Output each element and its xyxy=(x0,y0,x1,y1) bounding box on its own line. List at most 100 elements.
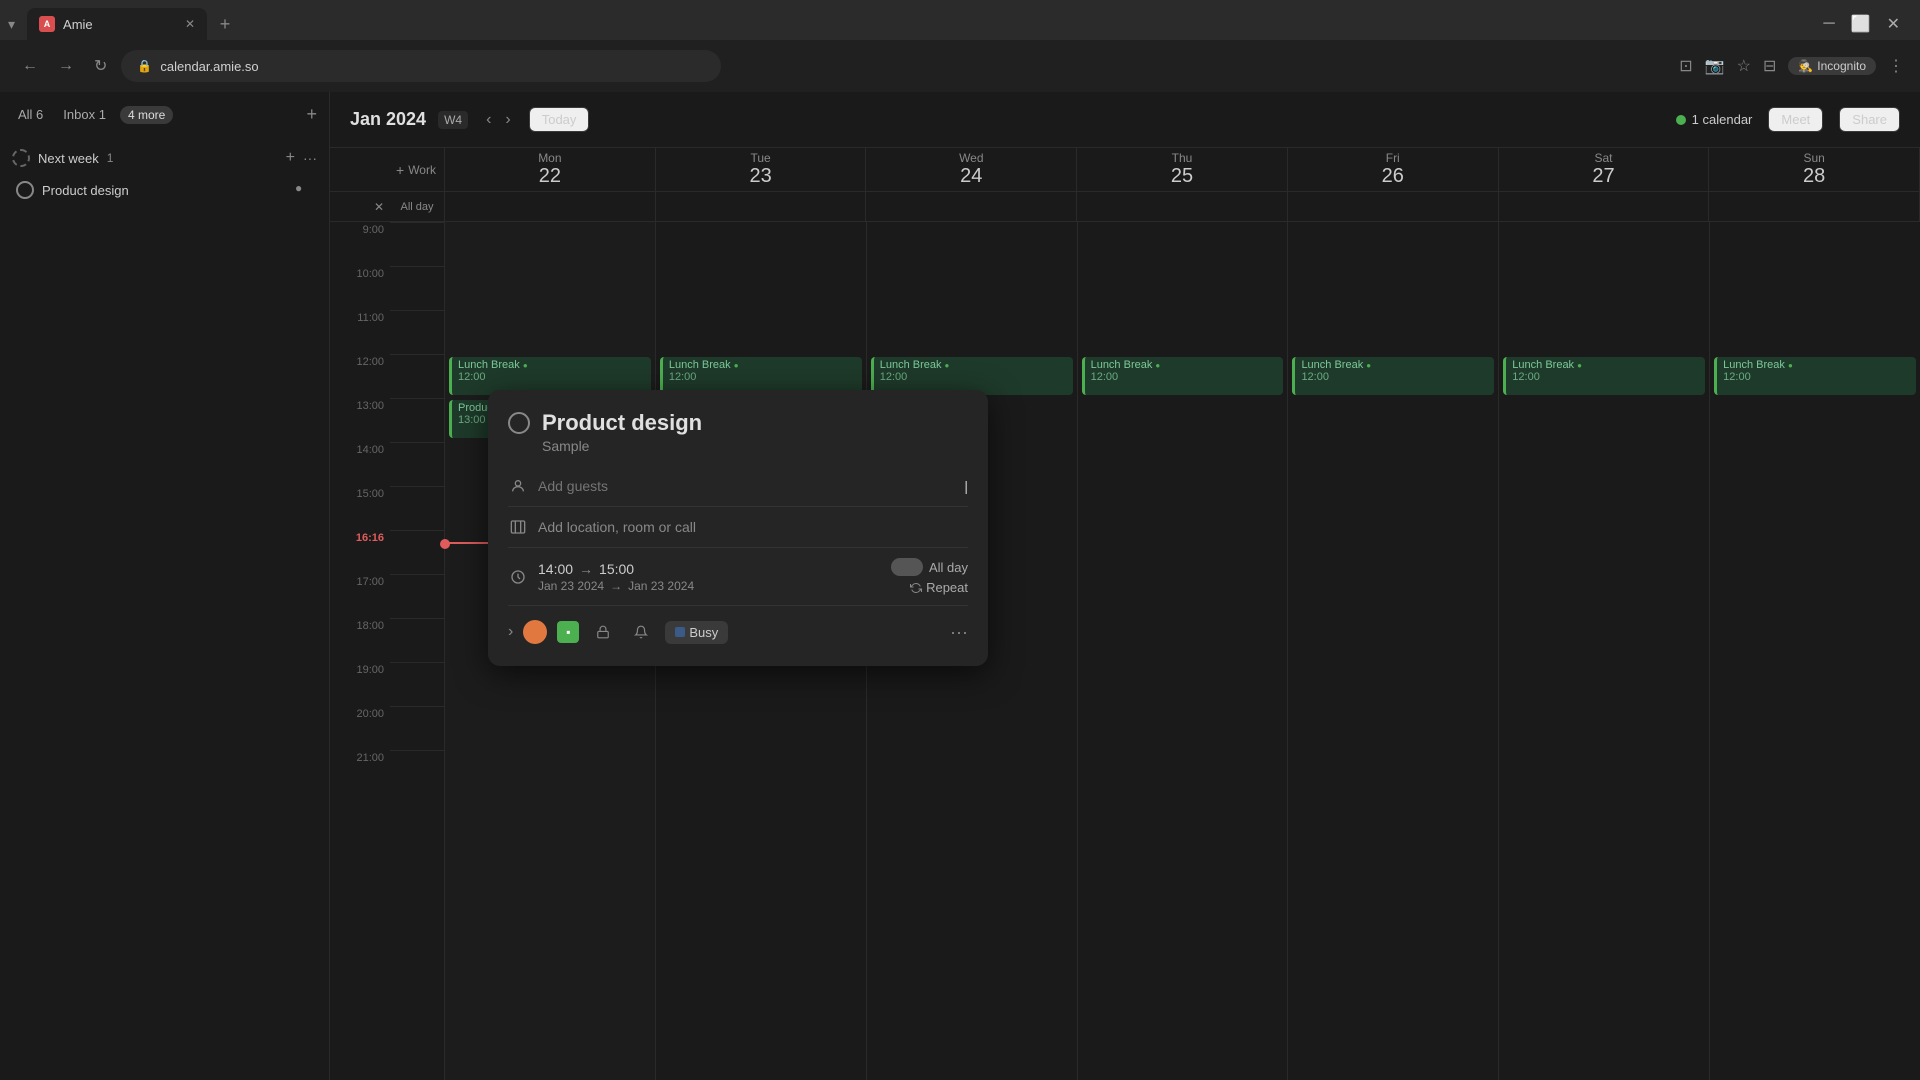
busy-status-badge[interactable]: Busy xyxy=(665,621,728,644)
event-lunch-sat[interactable]: Lunch Break ● 12:00 xyxy=(1503,357,1705,395)
allday-fri[interactable] xyxy=(1288,192,1499,221)
popup-more-btn[interactable]: ··· xyxy=(950,622,968,643)
event-lunch-fri[interactable]: Lunch Break ● 12:00 xyxy=(1292,357,1494,395)
filter-inbox[interactable]: Inbox 1 xyxy=(57,104,112,125)
day-col-sat[interactable]: Lunch Break ● 12:00 xyxy=(1499,222,1710,1080)
time-arrow: → xyxy=(579,561,593,577)
allday-sun[interactable] xyxy=(1709,192,1920,221)
day-num-0: 22 xyxy=(539,165,561,188)
prev-week-btn[interactable]: ‹ xyxy=(480,107,497,133)
section-icon xyxy=(12,149,30,167)
close-btn[interactable]: ✕ xyxy=(1883,10,1904,38)
task-name: Product design xyxy=(42,183,287,198)
list-item[interactable]: Product design ● xyxy=(12,175,317,205)
day-header-sun: Sun 28 xyxy=(1709,148,1920,191)
extensions-icon[interactable]: ⋮ xyxy=(1888,56,1904,76)
popup-event-subtitle: Sample xyxy=(542,438,702,454)
section-add-btn[interactable]: + xyxy=(286,149,295,167)
tab-dropdown-btn[interactable]: ▾ xyxy=(8,16,15,33)
minimize-btn[interactable]: ─ xyxy=(1819,11,1838,37)
refresh-btn[interactable]: ↻ xyxy=(88,52,113,80)
day-headers: + Work Mon 22 Tue 23 Wed 24 Thu 25 xyxy=(330,148,1920,192)
add-work-btn[interactable]: + xyxy=(396,162,404,178)
time-label-11: 11:00 xyxy=(330,310,390,354)
popup-header: Product design Sample xyxy=(508,410,968,454)
time-info: 14:00 → 15:00 Jan 23 2024 → Jan 23 2024 xyxy=(538,561,694,593)
clock-icon xyxy=(508,567,528,587)
allday-tue[interactable] xyxy=(656,192,867,221)
time-start[interactable]: 14:00 xyxy=(538,561,573,577)
event-lunch-thu[interactable]: Lunch Break ● 12:00 xyxy=(1082,357,1284,395)
guest-icon xyxy=(508,476,528,496)
popup-task-checkbox[interactable] xyxy=(508,412,530,434)
star-icon[interactable]: ☆ xyxy=(1737,56,1751,76)
next-week-btn[interactable]: › xyxy=(499,107,516,133)
event-type-icon[interactable]: ▪ xyxy=(557,621,579,643)
popup-location-section: Add location, room or call xyxy=(508,507,968,548)
date-start[interactable]: Jan 23 2024 xyxy=(538,579,604,593)
section-more-btn[interactable]: ··· xyxy=(303,150,317,166)
header-right: 1 calendar Meet Share xyxy=(1676,107,1900,132)
day-col-sun[interactable]: Lunch Break ● 12:00 xyxy=(1710,222,1920,1080)
close-allday-btn[interactable]: ✕ xyxy=(374,200,384,214)
allday-toggle[interactable]: All day xyxy=(891,558,968,576)
repeat-btn[interactable]: Repeat xyxy=(910,580,968,595)
tab-close-btn[interactable]: ✕ xyxy=(185,17,195,31)
calendar-header: Jan 2024 W4 ‹ › Today 1 calendar Meet Sh… xyxy=(330,92,1920,148)
bell-footer-icon[interactable] xyxy=(627,618,655,646)
cast-icon[interactable]: ⊡ xyxy=(1679,56,1692,76)
time-end[interactable]: 15:00 xyxy=(599,561,634,577)
event-lunch-sun[interactable]: Lunch Break ● 12:00 xyxy=(1714,357,1916,395)
event-color-circle[interactable] xyxy=(523,620,547,644)
day-num-5: 27 xyxy=(1592,165,1614,188)
day-col-fri[interactable]: Lunch Break ● 12:00 xyxy=(1288,222,1499,1080)
allday-sat[interactable] xyxy=(1499,192,1710,221)
sidebar-toggle-icon[interactable]: ⊟ xyxy=(1763,56,1776,76)
time-label-16: 16:16 xyxy=(330,530,390,574)
add-guests-input[interactable] xyxy=(538,478,954,494)
meet-btn[interactable]: Meet xyxy=(1768,107,1823,132)
day-name-0: Mon xyxy=(538,151,561,165)
tab-favicon: A xyxy=(39,16,55,32)
active-tab[interactable]: A Amie ✕ xyxy=(27,8,207,40)
allday-wed[interactable] xyxy=(866,192,1077,221)
lock-icon: 🔒 xyxy=(137,59,152,73)
time-right: All day Repeat xyxy=(891,558,968,595)
date-end[interactable]: Jan 23 2024 xyxy=(628,579,694,593)
share-btn[interactable]: Share xyxy=(1839,107,1900,132)
day-header-wed: Wed 24 xyxy=(866,148,1077,191)
new-tab-btn[interactable]: + xyxy=(211,10,239,38)
calendar-color-dot xyxy=(1676,115,1686,125)
forward-btn[interactable]: → xyxy=(52,53,80,79)
restore-btn[interactable]: ⬜ xyxy=(1847,10,1875,38)
add-location-text[interactable]: Add location, room or call xyxy=(538,519,968,535)
day-num-2: 24 xyxy=(960,165,982,188)
filter-more[interactable]: 4 more xyxy=(120,106,173,124)
time-label-18: 18:00 xyxy=(330,618,390,662)
calendar-indicator: 1 calendar xyxy=(1676,112,1753,127)
work-col[interactable] xyxy=(390,222,445,1080)
back-btn[interactable]: ← xyxy=(16,53,44,79)
time-range: 14:00 → 15:00 xyxy=(538,561,694,577)
lock-footer-icon[interactable] xyxy=(589,618,617,646)
day-name-3: Thu xyxy=(1172,151,1193,165)
nav-arrows: ‹ › xyxy=(480,107,517,133)
allday-work-col: All day xyxy=(390,192,445,221)
day-header-thu: Thu 25 xyxy=(1077,148,1288,191)
filter-all[interactable]: All 6 xyxy=(12,104,49,125)
location-icon xyxy=(508,517,528,537)
footer-chevron-icon[interactable]: › xyxy=(508,623,513,641)
today-btn[interactable]: Today xyxy=(529,107,590,132)
allday-thu[interactable] xyxy=(1077,192,1288,221)
day-num-1: 23 xyxy=(749,165,771,188)
day-col-thu[interactable]: Lunch Break ● 12:00 xyxy=(1078,222,1289,1080)
add-task-btn[interactable]: + xyxy=(306,104,317,125)
time-label-10: 10:00 xyxy=(330,266,390,310)
calendar-count-label: 1 calendar xyxy=(1692,112,1753,127)
task-checkbox[interactable] xyxy=(16,181,34,199)
allday-mon[interactable] xyxy=(445,192,656,221)
camera-off-icon[interactable]: 📷 xyxy=(1705,56,1725,76)
allday-toggle-track[interactable] xyxy=(891,558,923,576)
time-label-21: 21:00 xyxy=(330,750,390,794)
url-bar[interactable]: 🔒 calendar.amie.so xyxy=(121,50,721,82)
